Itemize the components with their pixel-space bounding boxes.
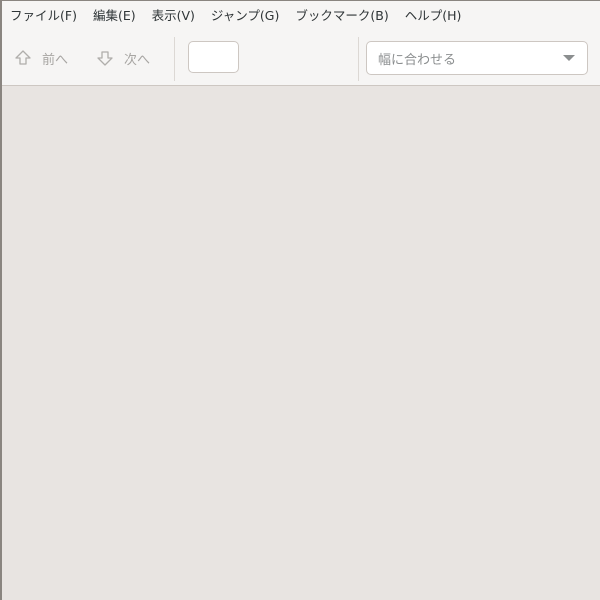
menu-bookmarks[interactable]: ブックマーク(B) xyxy=(287,1,396,31)
menu-edit[interactable]: 編集(E) xyxy=(85,1,144,31)
menubar: ファイル(F) 編集(E) 表示(V) ジャンプ(G) ブックマーク(B) ヘル… xyxy=(2,1,600,31)
menu-go[interactable]: ジャンプ(G) xyxy=(203,1,287,31)
zoom-value: 幅に合わせる xyxy=(378,52,457,68)
toolbar-separator xyxy=(358,37,359,81)
go-down-icon xyxy=(96,49,114,67)
toolbar: 前へ 次へ 幅に合わせる xyxy=(2,31,600,86)
menu-help[interactable]: ヘルプ(H) xyxy=(397,1,470,31)
document-viewer-window: ファイル(F) 編集(E) 表示(V) ジャンプ(G) ブックマーク(B) ヘル… xyxy=(0,0,600,600)
document-view[interactable] xyxy=(2,86,600,600)
next-page-label: 次へ xyxy=(124,52,151,68)
previous-page-button[interactable]: 前へ xyxy=(14,42,68,74)
go-up-icon xyxy=(14,49,32,67)
next-page-button[interactable]: 次へ xyxy=(96,42,150,74)
menu-view[interactable]: 表示(V) xyxy=(144,1,203,31)
chevron-down-icon[interactable] xyxy=(563,55,575,61)
previous-page-label: 前へ xyxy=(42,52,69,68)
page-number-input[interactable] xyxy=(188,41,239,73)
zoom-select[interactable]: 幅に合わせる xyxy=(366,41,588,75)
toolbar-separator xyxy=(174,37,175,81)
menu-file[interactable]: ファイル(F) xyxy=(2,1,85,31)
